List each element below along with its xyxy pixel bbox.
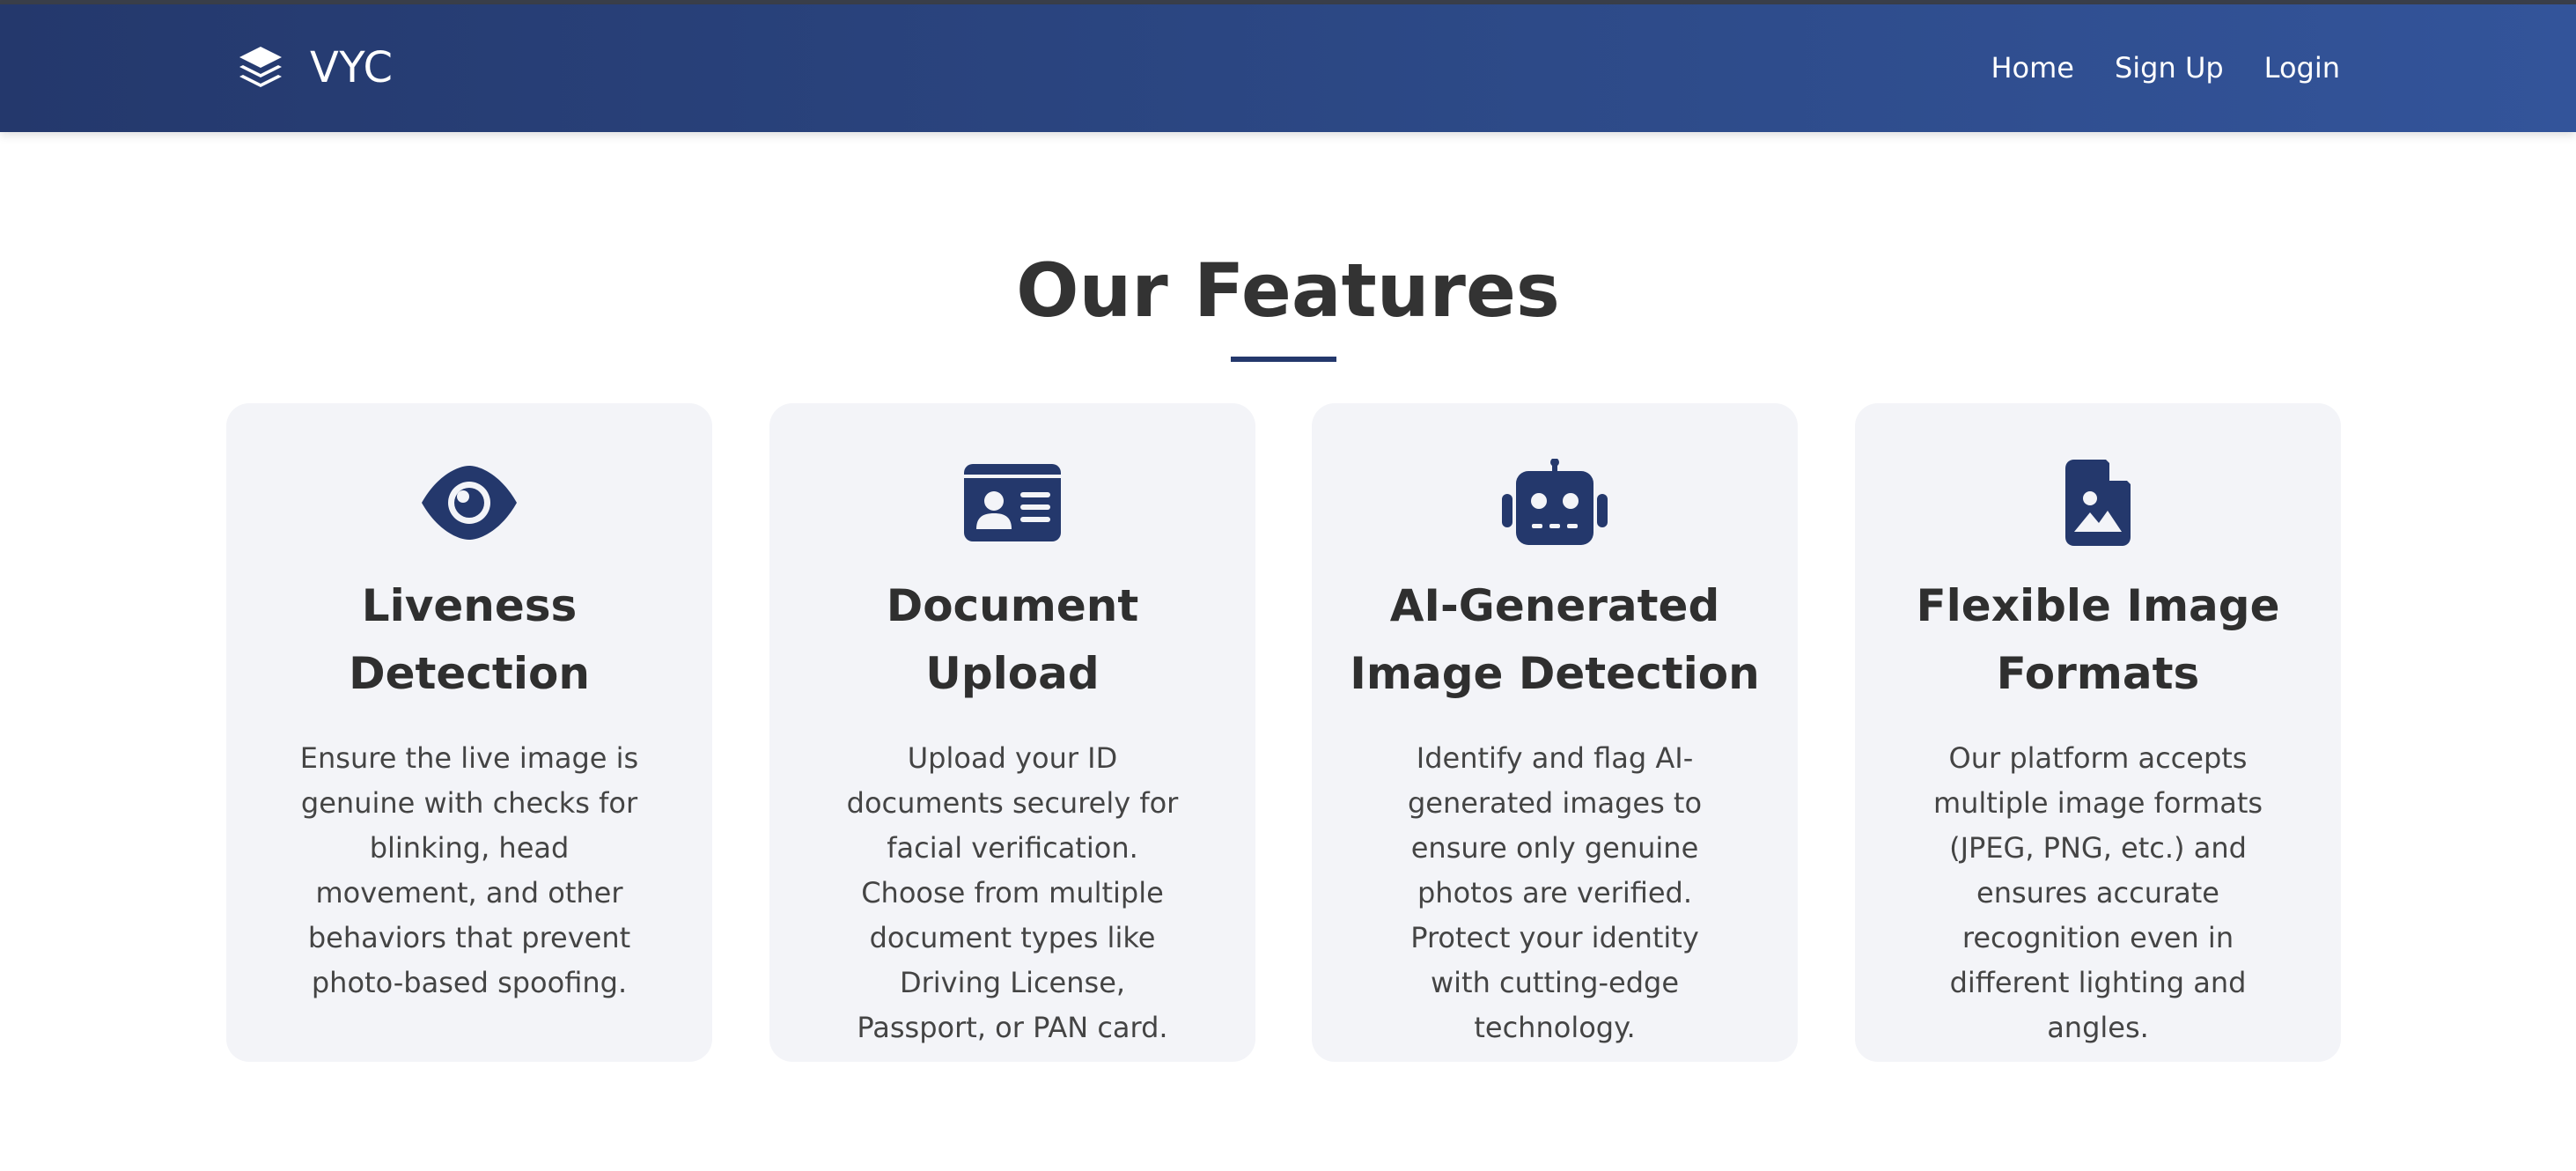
feature-card-ai-detection: AI-Generated Image Detection Identify an… [1312,403,1798,1062]
card-title: Document Upload [886,580,1139,699]
brand-name: VYC [310,43,394,92]
id-card-icon [964,464,1061,545]
card-description: Upload your ID documents securely for fa… [846,741,1179,1044]
eye-icon [420,466,519,543]
card-title: AI-Generated Image Detection [1350,580,1760,699]
card-title: Flexible Image Formats [1916,580,2280,699]
feature-card-document-upload: Document Upload Upload your ID documents… [769,403,1255,1062]
nav-link-login[interactable]: Login [2264,48,2340,87]
layer-stack-icon [236,43,285,92]
file-image-icon [2065,460,2131,549]
navbar: VYC Home Sign Up Login [0,4,2576,132]
brand[interactable]: VYC [236,41,394,94]
feature-card-image-formats: Flexible Image Formats Our platform acce… [1855,403,2341,1062]
card-description: Our platform accepts multiple image form… [1932,741,2263,1044]
robot-icon [1500,458,1609,550]
title-underline [1231,357,1336,362]
card-description: Identify and flag AI-generated images to… [1407,741,1703,1044]
feature-card-liveness: Liveness Detection Ensure the live image… [226,403,712,1062]
card-title: Liveness Detection [349,580,590,699]
card-description: Ensure the live image is genuine with ch… [299,741,639,999]
nav-link-sign-up[interactable]: Sign Up [2115,48,2224,87]
nav-link-home[interactable]: Home [1991,48,2074,87]
section-title: Our Features [1016,247,1560,334]
nav-links: Home Sign Up Login [1950,48,2340,87]
